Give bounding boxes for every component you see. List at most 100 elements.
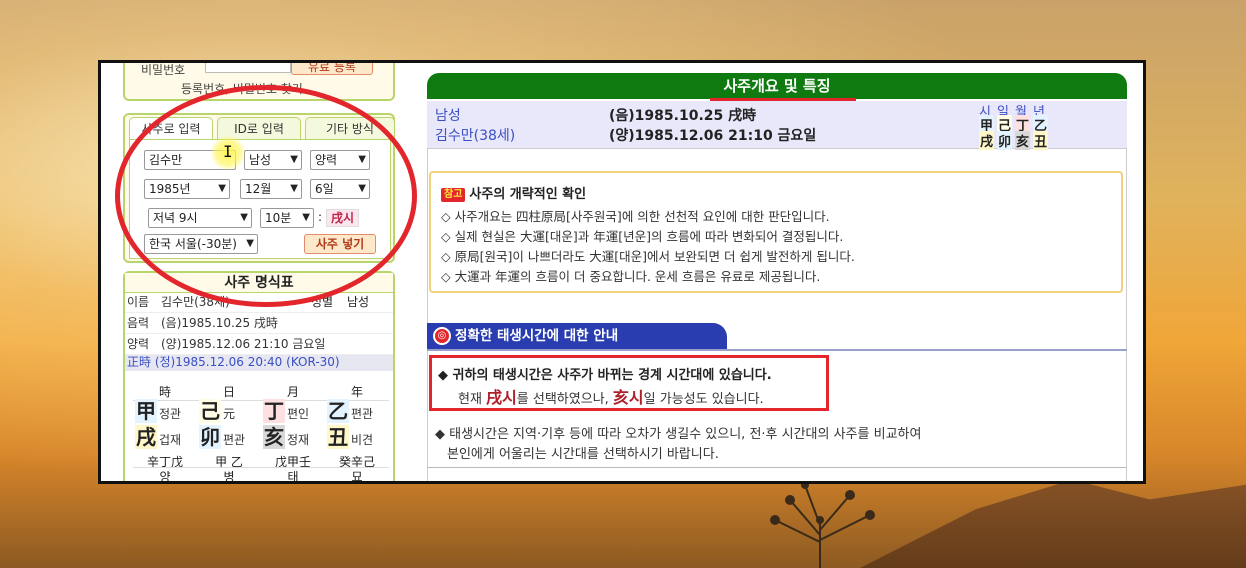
lunar-value: (음)1985.10.25 戌時 <box>161 316 278 330</box>
summary-name: 김수만(38세) <box>435 128 516 144</box>
summary-solar: (양)1985.12.06 21:10 금요일 <box>609 128 817 144</box>
lunar-label: 음력 <box>127 316 150 330</box>
branch-label: 편관 <box>223 433 246 447</box>
note-line: ◇ 사주개요는 四柱原局[사주원국]에 의한 선천적 요인에 대한 판단입니다. <box>441 209 830 224</box>
correct-time: 正時 (정)1985.12.06 20:40 (KOR-30) <box>125 355 393 371</box>
input-form: 김수만 남성 ▼ 양력 ▼ 1985년 ▼ 12월 ▼ 6일 ▼ 저녁 9시 ▼ 10분 ▼ … <box>129 139 391 259</box>
minute-select[interactable]: 10분 ▼ <box>260 208 314 228</box>
stem-char: 乙 <box>327 399 349 423</box>
note-line: ◇ 大運과 年運의 흐름이 더 중요합니다. 운세 흐름은 유료로 제공됩니다. <box>441 269 821 284</box>
branch-char: 亥 <box>263 425 285 449</box>
gender-label: 성별 <box>311 295 334 309</box>
bottom-divider <box>427 467 1127 468</box>
chevron-down-icon: ▼ <box>218 183 226 194</box>
alert-text: 를 선택하였으나, <box>516 392 613 407</box>
calendar-select[interactable]: 양력 ▼ <box>310 150 370 170</box>
stem-label: 元 <box>223 407 236 421</box>
name-value: 김수만 <box>149 153 183 167</box>
stem-year: 乙 편관 <box>325 399 389 425</box>
four-pillars: 時 日 月 年 甲 정관 己元 丁 편인 乙 편관 戌 겁재 卯 편관 亥 정재 丑 비견 辛… <box>133 383 389 481</box>
hour-value: 저녁 9시 <box>153 211 198 225</box>
stage-year: 묘 <box>325 467 389 481</box>
right-panel: 사주개요 및 특징 남성 김수만(38세) (음)1985.10.25 戌時 (… <box>427 73 1129 481</box>
summary-gender: 남성 <box>435 108 461 124</box>
stem-char: 甲 <box>135 399 157 423</box>
tab-saju-input[interactable]: 사주로 입력 <box>129 117 213 139</box>
submit-saju-button[interactable]: 사주 넣기 <box>304 234 376 254</box>
info-row-name: 이름 김수만(38세) 성별 남성 <box>125 293 393 313</box>
branch-label: 비견 <box>351 433 374 447</box>
year-value: 1985년 <box>149 182 191 196</box>
calendar-value: 양력 <box>315 153 338 167</box>
hour-select[interactable]: 저녁 9시 ▼ <box>148 208 252 228</box>
branch-day: 卯 편관 <box>197 425 261 451</box>
minute-value: 10분 <box>265 211 292 225</box>
stem-label: 정관 <box>159 407 182 421</box>
chevron-down-icon: ▼ <box>246 238 254 249</box>
name-label: 이름 <box>127 295 150 309</box>
note-title-text: 사주의 개략적인 확인 <box>469 187 587 202</box>
alert-line-2: 현재 戌시를 선택하였으나, 亥시일 가능성도 있습니다. <box>458 384 764 408</box>
summary-lunar: (음)1985.10.25 戌時 <box>609 108 757 124</box>
month-value: 12월 <box>245 182 272 196</box>
stage-hour: 양 <box>133 467 197 481</box>
gender-select[interactable]: 남성 ▼ <box>244 150 302 170</box>
month-select[interactable]: 12월 ▼ <box>240 179 302 199</box>
password-label: 비밀번호 <box>141 63 186 77</box>
description-line-2: 본인에게 어울리는 시간대를 선택하시기 바랍니다. <box>447 447 719 462</box>
mini-branch: 戌 <box>979 131 995 150</box>
info-row-lunar: 음력 (음)1985.10.25 戌時 <box>125 314 393 334</box>
stem-month: 丁 편인 <box>261 399 325 425</box>
stage-month: 태 <box>261 467 325 481</box>
section-divider <box>427 349 1127 351</box>
branch-char: 卯 <box>199 425 221 449</box>
mini-branch: 亥 <box>1015 131 1031 150</box>
info-row-solar: 양력 (양)1985.12.06 21:10 금요일 <box>125 335 393 355</box>
background-mountain <box>860 479 1246 568</box>
selected-hour-highlight: 戌시 <box>486 388 517 407</box>
day-select[interactable]: 6일 ▼ <box>310 179 370 199</box>
day-value: 6일 <box>315 182 334 196</box>
mini-branch: 丑 <box>1033 131 1049 150</box>
paid-register-button[interactable]: 유료 등록 <box>291 63 373 75</box>
saju-chart-title: 사주 명식표 <box>125 273 393 293</box>
branch-label: 정재 <box>287 433 310 447</box>
chevron-down-icon: ▼ <box>240 212 248 223</box>
reference-note-box: 참고 사주의 개략적인 확인 ◇ 사주개요는 四柱原局[사주원국]에 의한 선천적… <box>429 171 1123 293</box>
chevron-down-icon: ▼ <box>358 183 366 194</box>
stem-hour: 甲 정관 <box>133 399 197 425</box>
solar-value: (양)1985.12.06 21:10 금요일 <box>161 337 326 351</box>
stage-day: 병 <box>197 467 261 481</box>
branch-char: 戌 <box>135 425 157 449</box>
tab-other-method[interactable]: 기타 방식 <box>305 117 395 139</box>
possible-hour-highlight: 亥시 <box>612 388 644 407</box>
note-line: ◇ 실제 현실은 大運[대운]과 年運[년운]의 흐름에 따라 변화되어 결정됩… <box>441 229 844 244</box>
chevron-down-icon: ▼ <box>302 212 310 223</box>
year-select[interactable]: 1985년 ▼ <box>144 179 230 199</box>
stem-label: 편관 <box>351 407 374 421</box>
password-input[interactable] <box>205 63 291 73</box>
find-credentials-link[interactable]: 등록번호, 비밀번호 찾기 <box>181 80 303 97</box>
target-icon: ◎ <box>433 327 451 345</box>
gender-value: 남성 <box>249 153 272 167</box>
summary-bar: 남성 김수만(38세) (음)1985.10.25 戌時 (양)1985.12.… <box>427 101 1127 150</box>
left-panel: 비밀번호 유료 등록 등록번호, 비밀번호 찾기 사주로 입력 ID로 입력 기… <box>115 63 417 481</box>
mini-pillars: 시 일 월 년 甲 己 丁 乙 戌 卯 亥 丑 <box>979 101 1059 150</box>
region-select[interactable]: 한국 서울(-30분) ▼ <box>144 234 258 254</box>
input-box: 사주로 입력 ID로 입력 기타 방식 김수만 남성 ▼ 양력 ▼ 1985년 ▼ 1… <box>123 113 395 263</box>
section-birth-time-header: ◎ 정확한 태생시간에 대한 안내 <box>427 323 727 349</box>
gender-value: 남성 <box>347 295 370 309</box>
branch-label: 겁재 <box>159 433 182 447</box>
reference-badge: 참고 <box>441 188 466 202</box>
branch-char: 丑 <box>327 425 349 449</box>
branch-month: 亥 정재 <box>261 425 325 451</box>
name-value: 김수만(38세) <box>161 295 230 309</box>
alert-text: 일 가능성도 있습니다. <box>643 392 764 407</box>
ganji-hour-output: 戌시 <box>326 209 360 227</box>
stem-char: 丁 <box>263 399 285 423</box>
stem-label: 편인 <box>287 407 310 421</box>
stem-day: 己元 <box>197 399 261 425</box>
note-line: ◇ 原局[원국]이 나쁘더라도 大運[대운]에서 보완되면 더 쉽게 발전하게 … <box>441 249 855 264</box>
stem-char: 己 <box>199 399 221 423</box>
branch-hour: 戌 겁재 <box>133 425 197 451</box>
